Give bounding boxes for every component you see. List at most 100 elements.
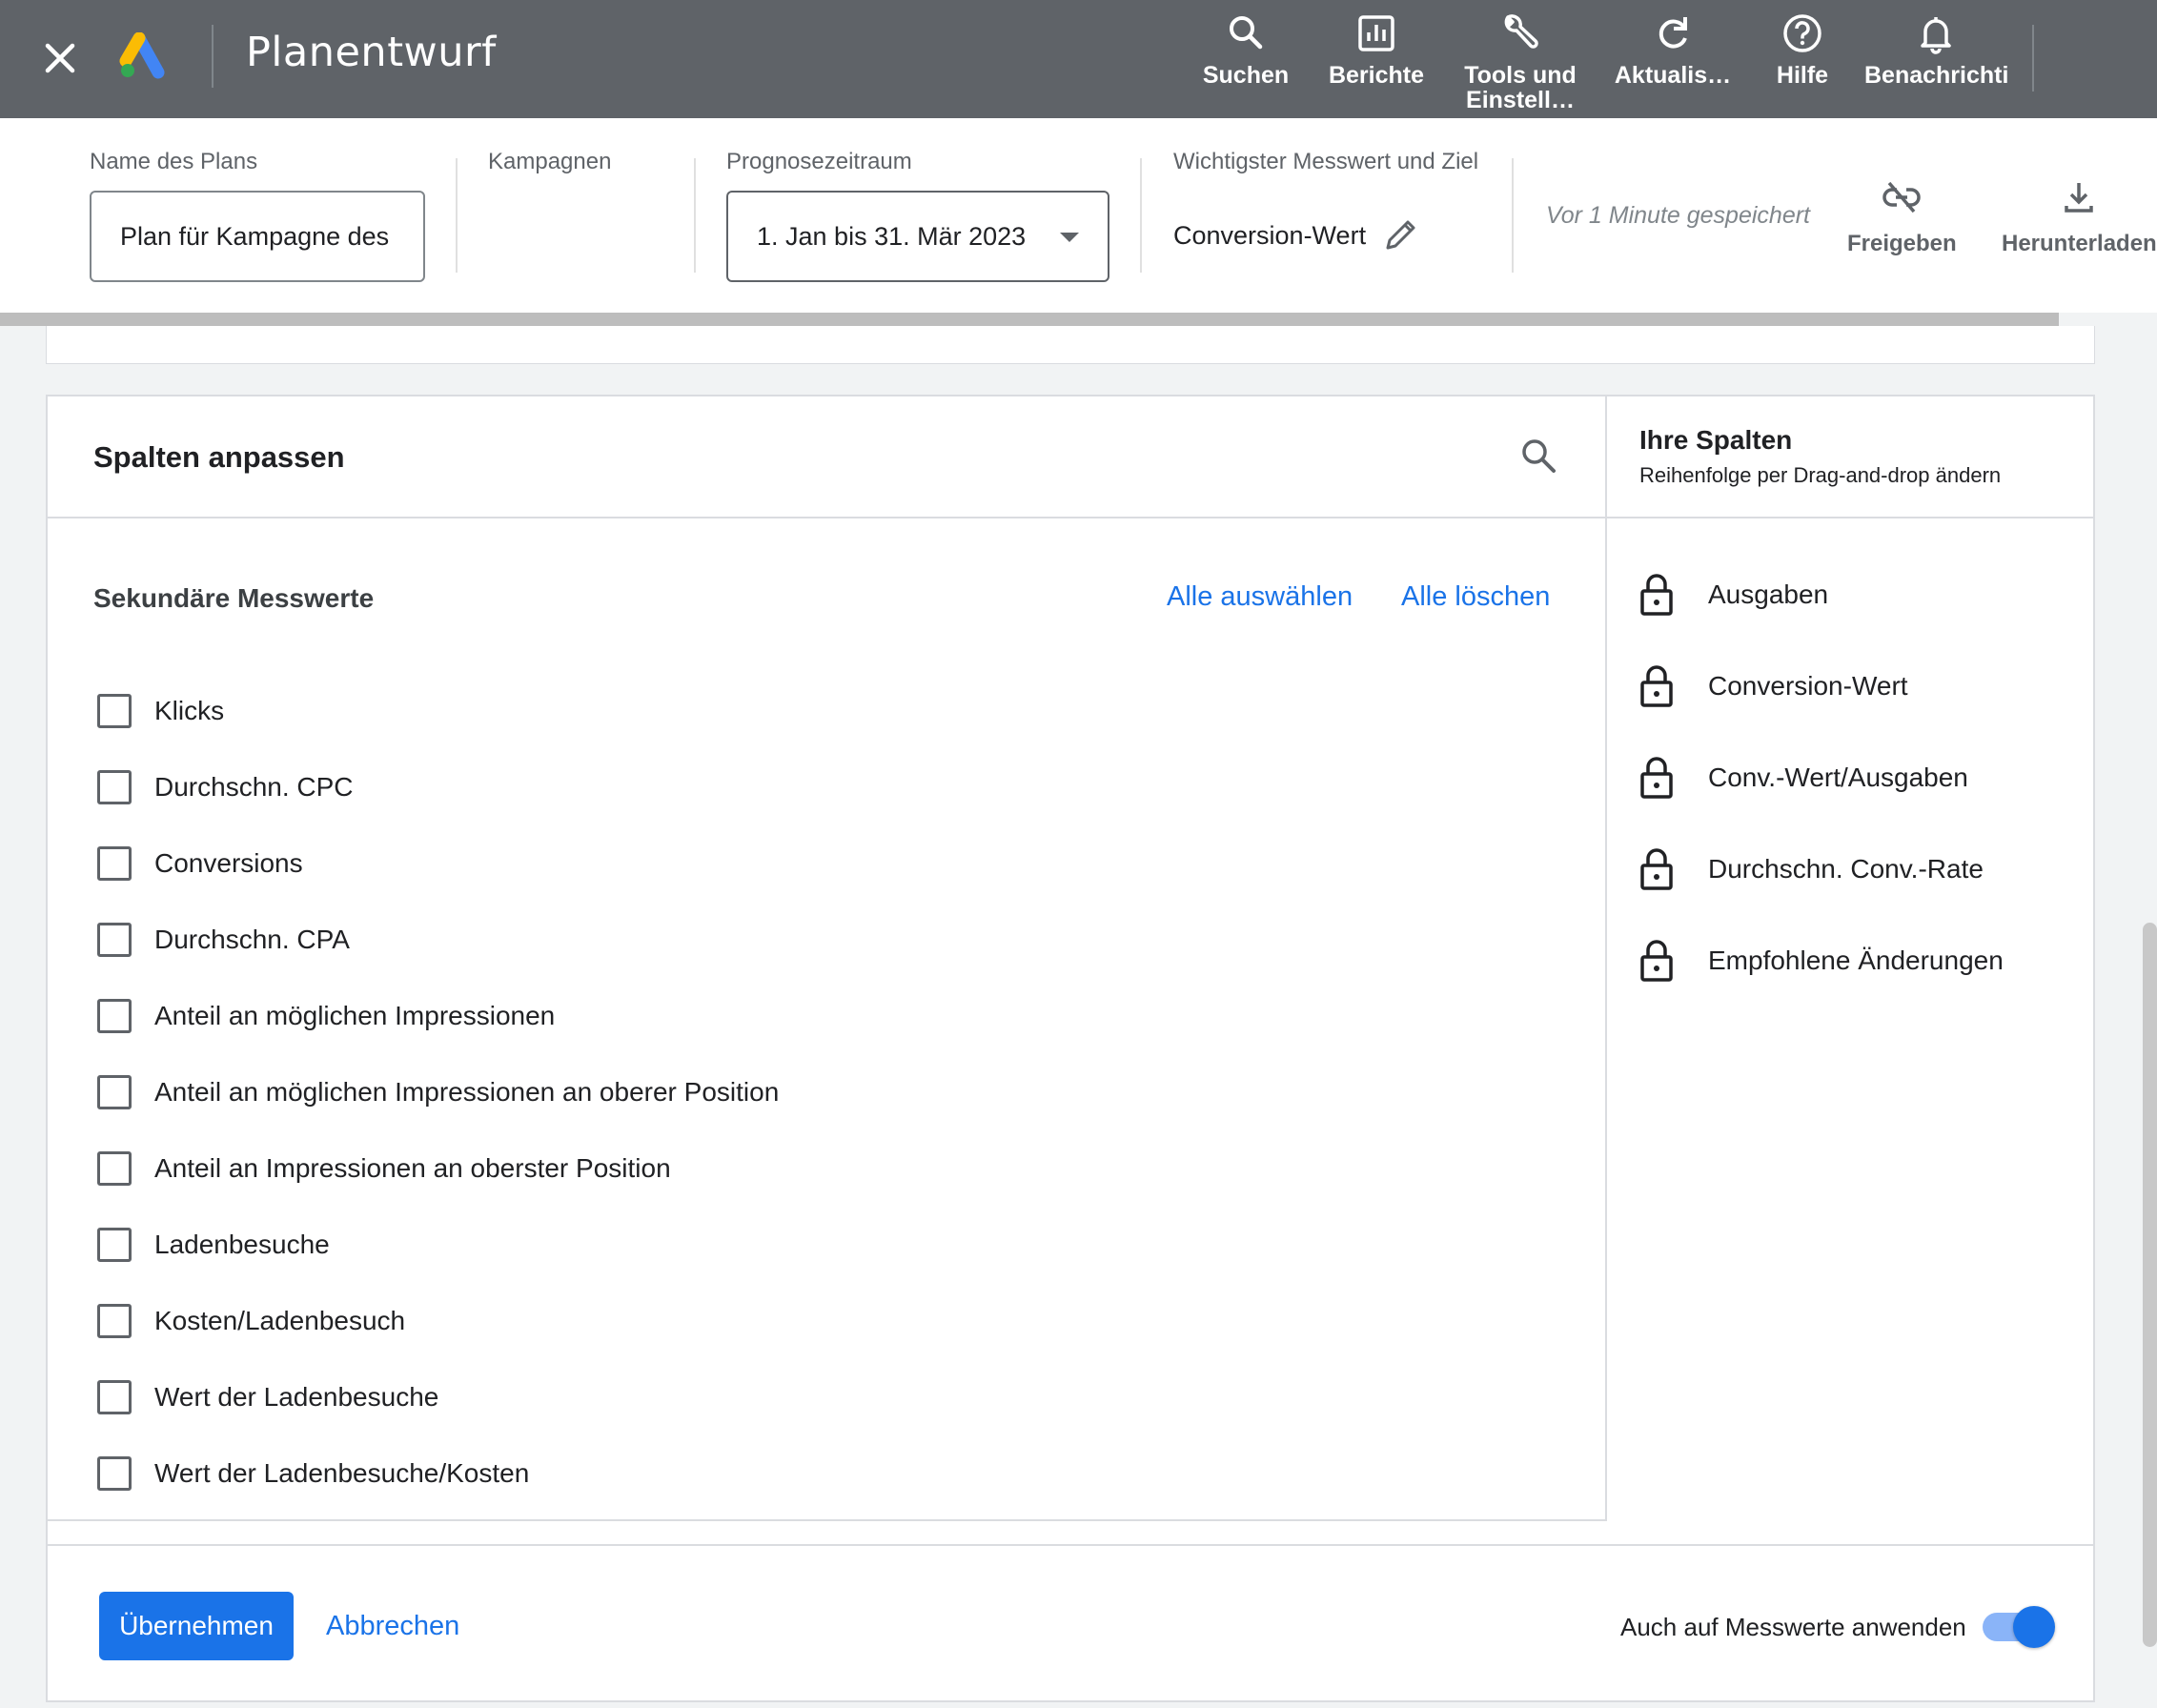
metric-label: Anteil an möglichen Impressionen an ober… bbox=[154, 1077, 780, 1107]
metric-label: Durchschn. CPC bbox=[154, 772, 354, 802]
forecast-period-value: 1. Jan bis 31. Mär 2023 bbox=[757, 222, 1027, 251]
panel-title: Spalten anpassen bbox=[93, 440, 345, 474]
nav-reports-button[interactable]: Berichte bbox=[1305, 10, 1448, 116]
metric-label: Conversions bbox=[154, 848, 303, 878]
checkbox[interactable] bbox=[97, 923, 132, 957]
toggle-knob bbox=[2013, 1606, 2055, 1648]
checkbox[interactable] bbox=[97, 1380, 132, 1414]
your-columns: Ihre Spalten Reihenfolge per Drag-and-dr… bbox=[1607, 396, 2095, 1542]
nav-notifications-button[interactable]: Benachrichtigungen bbox=[1864, 10, 2007, 101]
dropdown-caret-icon bbox=[1060, 233, 1079, 242]
checkbox[interactable] bbox=[97, 1228, 132, 1262]
metric-label: Anteil an möglichen Impressionen bbox=[154, 1001, 556, 1030]
header-divider bbox=[456, 158, 458, 273]
close-icon[interactable] bbox=[36, 34, 84, 82]
metric-row[interactable]: Conversions bbox=[97, 825, 779, 902]
section-title: Sekundäre Messwerte bbox=[93, 583, 375, 613]
metric-label: Wert der Ladenbesuche bbox=[154, 1382, 439, 1412]
nav-label: Aktualis… bbox=[1614, 62, 1732, 89]
metric-row[interactable]: Durchschn. CPC bbox=[97, 749, 779, 825]
metrics-column: Spalten anpassen Sekundäre Messwerte All… bbox=[48, 396, 1607, 1521]
topbar-divider bbox=[2032, 25, 2034, 92]
refresh-icon bbox=[1658, 17, 1687, 49]
nav-label: Suchen bbox=[1202, 62, 1290, 89]
checkbox[interactable] bbox=[97, 1304, 132, 1338]
select-all-button[interactable]: Alle auswählen bbox=[1167, 581, 1353, 613]
your-columns-header: Ihre Spalten Reihenfolge per Drag-and-dr… bbox=[1607, 396, 2095, 518]
metric-row[interactable]: Ladenbesuche bbox=[97, 1207, 779, 1283]
clear-all-button[interactable]: Alle löschen bbox=[1401, 581, 1550, 613]
checkbox[interactable] bbox=[97, 1151, 132, 1186]
page-title: Planentwurf bbox=[246, 29, 497, 76]
download-button[interactable]: Herunterladen bbox=[2002, 177, 2157, 273]
link-off-icon bbox=[1882, 181, 1922, 214]
checkbox[interactable] bbox=[97, 694, 132, 728]
nav-refresh-button[interactable]: Aktualis… bbox=[1601, 10, 1744, 116]
nav-tools-button[interactable]: Tools und Einstell… bbox=[1449, 10, 1592, 116]
search-icon[interactable] bbox=[1517, 435, 1559, 477]
nav-label: Tools und Einstell… bbox=[1464, 62, 1577, 113]
edit-pencil-icon[interactable] bbox=[1382, 215, 1420, 254]
metric-row[interactable]: Kosten/Ladenbesuch bbox=[97, 1283, 779, 1359]
metric-label: Anteil an Impressionen an oberster Posit… bbox=[154, 1153, 671, 1183]
plan-name-input[interactable] bbox=[90, 191, 425, 282]
metrics-header: Spalten anpassen bbox=[48, 396, 1607, 518]
column-label: Conv.-Wert/Ausgaben bbox=[1708, 762, 1968, 792]
metric-row[interactable]: Klicks bbox=[97, 673, 779, 749]
wrench-icon bbox=[1504, 14, 1538, 49]
lock-icon bbox=[1640, 757, 1673, 799]
forecast-period-label: Prognosezeitraum bbox=[726, 149, 912, 174]
checkbox[interactable] bbox=[97, 770, 132, 804]
column-label: Empfohlene Änderungen bbox=[1708, 946, 2004, 975]
lock-icon bbox=[1640, 848, 1673, 890]
nav-label: Berichte bbox=[1328, 62, 1425, 89]
checkbox[interactable] bbox=[97, 1075, 132, 1109]
header-divider bbox=[1512, 158, 1514, 273]
download-icon bbox=[2065, 183, 2094, 213]
header-shadow bbox=[0, 313, 2059, 326]
key-metric-value: Conversion-Wert bbox=[1173, 221, 1367, 250]
locked-column-item[interactable]: Ausgaben bbox=[1638, 549, 2004, 640]
metric-row[interactable]: Anteil an möglichen Impressionen bbox=[97, 978, 779, 1054]
search-icon bbox=[1230, 16, 1263, 50]
locked-column-item[interactable]: Empfohlene Änderungen bbox=[1638, 915, 2004, 1006]
help-icon bbox=[1783, 14, 1821, 52]
metric-row[interactable]: Anteil an möglichen Impressionen an ober… bbox=[97, 1054, 779, 1130]
topbar-divider bbox=[212, 25, 214, 88]
cancel-button[interactable]: Abbrechen bbox=[326, 1611, 459, 1642]
share-button[interactable]: Freigeben bbox=[1847, 177, 1957, 273]
checkbox[interactable] bbox=[97, 1456, 132, 1491]
google-ads-logo-icon bbox=[118, 31, 172, 80]
locked-column-item[interactable]: Conv.-Wert/Ausgaben bbox=[1638, 732, 2004, 824]
column-label: Ausgaben bbox=[1708, 580, 1829, 609]
checkbox[interactable] bbox=[97, 846, 132, 881]
key-metric-label: Wichtigster Messwert und Ziel bbox=[1173, 149, 1479, 174]
locked-column-item[interactable]: Conversion-Wert bbox=[1638, 640, 2004, 732]
bell-icon bbox=[1921, 17, 1951, 54]
metric-label: Klicks bbox=[154, 696, 225, 725]
metric-label: Wert der Ladenbesuche/Kosten bbox=[154, 1458, 530, 1488]
metric-row[interactable]: Durchschn. CPA bbox=[97, 902, 779, 978]
metric-label: Ladenbesuche bbox=[154, 1230, 330, 1259]
previous-card bbox=[46, 326, 2095, 364]
metric-row[interactable]: Wert der Ladenbesuche bbox=[97, 1359, 779, 1435]
plan-name-label: Name des Plans bbox=[90, 149, 258, 174]
checkbox[interactable] bbox=[97, 999, 132, 1033]
selected-columns-list: Ausgaben Conversion-Wert Conv.-Wert/Ausg… bbox=[1638, 549, 2004, 1006]
campaigns-label: Kampagnen bbox=[488, 149, 612, 174]
plan-header: Name des Plans Kampagnen Prognosezeitrau… bbox=[0, 118, 2157, 313]
nav-label: Benachrichtigungen bbox=[1864, 62, 2007, 89]
column-label: Conversion-Wert bbox=[1708, 671, 1908, 701]
apply-button[interactable]: Übernehmen bbox=[99, 1592, 294, 1660]
nav-help-button[interactable]: Hilfe bbox=[1731, 10, 1874, 116]
forecast-period-select[interactable]: 1. Jan bis 31. Mär 2023 bbox=[726, 191, 1109, 282]
metric-row[interactable]: Wert der Ladenbesuche/Kosten bbox=[97, 1435, 779, 1512]
nav-search-button[interactable]: Suchen bbox=[1174, 10, 1317, 116]
apply-to-metrics-label: Auch auf Messwerte anwenden bbox=[1620, 1613, 1966, 1641]
apply-to-metrics-toggle[interactable] bbox=[1983, 1606, 2055, 1648]
metric-row[interactable]: Anteil an Impressionen an oberster Posit… bbox=[97, 1130, 779, 1207]
page-scrollbar[interactable] bbox=[2143, 923, 2157, 1647]
lock-icon bbox=[1640, 665, 1673, 707]
locked-column-item[interactable]: Durchschn. Conv.-Rate bbox=[1638, 824, 2004, 915]
customize-columns-panel: Spalten anpassen Sekundäre Messwerte All… bbox=[46, 395, 2095, 1702]
